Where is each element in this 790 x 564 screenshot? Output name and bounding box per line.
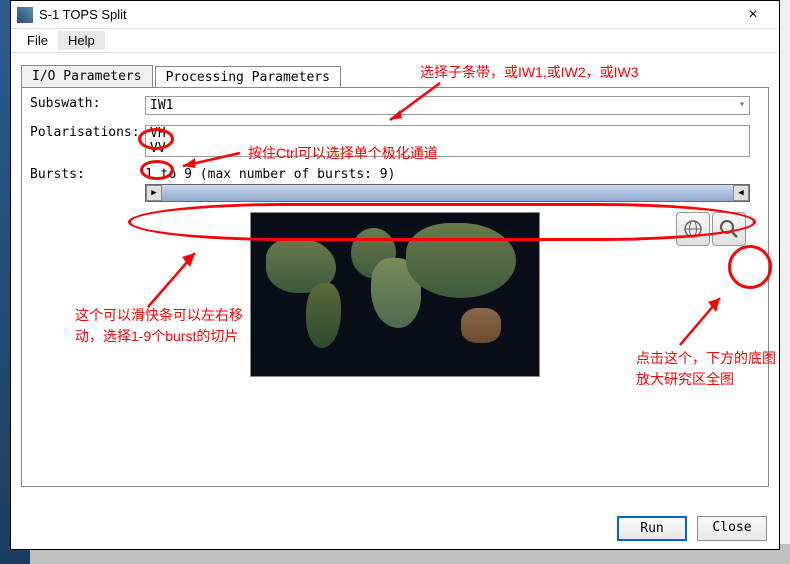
zoom-in-button[interactable] (712, 212, 746, 246)
tabs: I/O Parameters Processing Parameters (21, 65, 769, 87)
slider-left-handle[interactable]: ▶ (146, 185, 162, 201)
bursts-text: 1 to 9 (max number of bursts: 9) (145, 167, 750, 182)
close-button[interactable]: Close (697, 516, 767, 541)
globe-icon (683, 219, 703, 239)
menu-file[interactable]: File (17, 31, 58, 50)
slider-bar[interactable] (162, 185, 733, 201)
zoom-world-button[interactable] (676, 212, 710, 246)
bursts-slider[interactable]: ▶ ◀ (145, 184, 750, 202)
polarisation-item-vh[interactable]: VH (146, 126, 749, 141)
chevron-down-icon: ▾ (739, 99, 745, 110)
magnifier-icon (719, 219, 739, 239)
bursts-label: Bursts: (30, 167, 145, 182)
app-window: S-1 TOPS Split × File Help I/O Parameter… (10, 0, 780, 550)
subswath-label: Subswath: (30, 96, 145, 111)
app-icon (17, 7, 33, 23)
run-button[interactable]: Run (617, 516, 687, 541)
titlebar: S-1 TOPS Split × (11, 1, 779, 29)
menubar: File Help (11, 29, 779, 53)
slider-right-handle[interactable]: ◀ (733, 185, 749, 201)
polarisations-list[interactable]: VH VV (145, 125, 750, 157)
menu-help[interactable]: Help (58, 31, 105, 50)
subswath-value: IW1 (150, 98, 173, 113)
polarisation-item-vv[interactable]: VV (146, 141, 749, 156)
window-close-button[interactable]: × (733, 3, 773, 27)
polarisations-label: Polarisations: (30, 125, 145, 140)
world-map[interactable] (250, 212, 540, 377)
subswath-select[interactable]: IW1 ▾ (145, 96, 750, 115)
content-panel: Subswath: IW1 ▾ Polarisations: VH VV Bur… (21, 87, 769, 487)
window-title: S-1 TOPS Split (39, 7, 733, 22)
tab-io-parameters[interactable]: I/O Parameters (21, 65, 153, 87)
tab-processing-parameters[interactable]: Processing Parameters (155, 66, 341, 88)
